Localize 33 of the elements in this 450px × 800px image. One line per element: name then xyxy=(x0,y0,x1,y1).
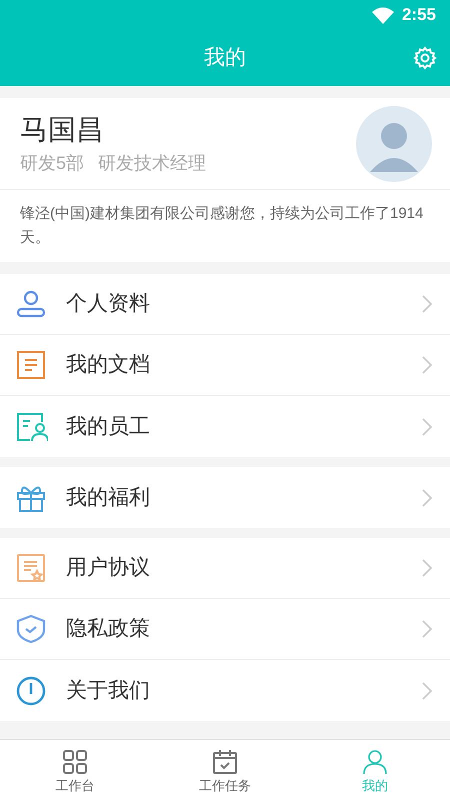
tab-item[interactable]: 工作台 xyxy=(0,740,150,800)
status-time: 2:55 xyxy=(402,4,436,26)
thanks-message: 锋泾(中国)建材集团有限公司感谢您，持续为公司工作了1914天。 xyxy=(19,204,424,248)
chevron-right-icon xyxy=(422,620,432,638)
department-text: 研发5部 xyxy=(20,154,84,172)
settings-button[interactable] xyxy=(412,45,438,71)
page-title: 我的 xyxy=(204,45,246,72)
menu-item[interactable]: 我的文档 xyxy=(0,335,450,396)
grid-icon xyxy=(62,748,88,774)
chevron-right-icon xyxy=(422,418,432,436)
tab-item[interactable]: 工作任务 xyxy=(150,740,300,800)
chevron-right-icon xyxy=(422,295,432,313)
info-icon xyxy=(16,676,46,706)
chevron-right-icon xyxy=(422,356,432,374)
calendar-check-icon xyxy=(212,748,238,774)
staff-card-icon xyxy=(16,412,48,442)
position-text: 研发技术经理 xyxy=(98,154,206,172)
document-icon xyxy=(16,350,46,380)
menu-item[interactable]: 我的员工 xyxy=(0,396,450,457)
agreement-document-icon xyxy=(16,553,46,583)
menu-item[interactable]: 隐私政策 xyxy=(0,599,450,660)
chevron-right-icon xyxy=(422,682,432,700)
user-name: 马国昌 xyxy=(20,116,105,144)
menu-item[interactable]: 用户协议 xyxy=(0,538,450,599)
menu-item[interactable]: 我的福利 xyxy=(0,467,450,528)
person-icon xyxy=(16,289,46,319)
person-icon xyxy=(362,748,388,774)
chevron-right-icon xyxy=(422,559,432,577)
menu-item[interactable]: 个人资料 xyxy=(0,274,450,335)
shield-check-icon xyxy=(16,614,46,644)
wifi-icon xyxy=(372,6,394,24)
chevron-right-icon xyxy=(422,488,432,506)
menu-item[interactable]: 关于我们 xyxy=(0,660,450,721)
